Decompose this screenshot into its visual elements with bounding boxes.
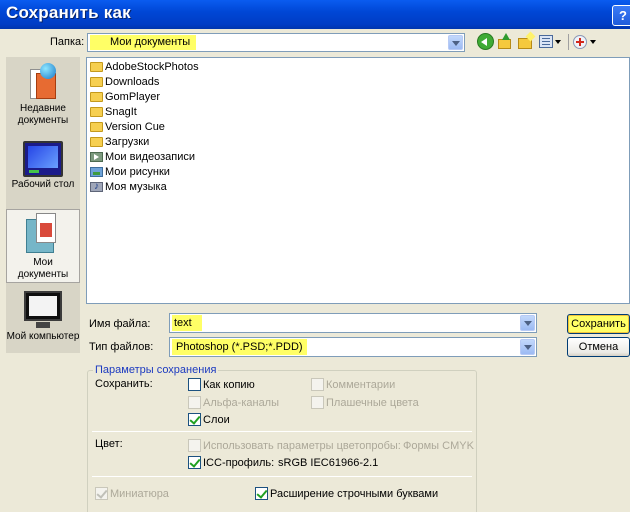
chevron-down-icon[interactable] [520,339,535,355]
chevron-down-icon[interactable] [448,35,463,50]
toolbar-separator [568,34,569,50]
filename-value: text [172,315,202,331]
alpha-channels-checkbox[interactable] [188,396,201,409]
lowercase-extension-checkbox[interactable] [255,487,268,500]
up-folder-icon[interactable] [498,33,514,51]
back-icon[interactable] [477,33,494,50]
list-item[interactable]: SnagIt [89,105,137,119]
new-folder-icon[interactable] [518,31,536,51]
recent-documents-icon [28,63,58,101]
proof-setup-label: Использовать параметры цветопробы: [203,440,401,452]
my-documents-icon [26,213,60,255]
folder-icon [90,107,103,117]
color-label: Цвет: [95,438,123,450]
places-bar: Недавние документы Рабочий стол Мои доку… [6,57,80,353]
save-options-title: Параметры сохранения [93,364,219,376]
pictures-folder-icon [90,167,103,177]
place-label: Недавние документы [17,103,69,126]
folder-icon [90,92,103,102]
chevron-down-icon[interactable] [520,315,535,331]
list-item[interactable]: Мои видеозаписи [89,150,195,164]
filetype-label: Тип файлов: [89,341,154,353]
filename-label: Имя файла: [89,318,151,330]
list-item[interactable]: Загрузки [89,135,149,149]
folder-dropdown[interactable]: Мои документы [87,33,465,52]
list-item[interactable]: Version Cue [89,120,165,134]
icc-profile-checkbox[interactable] [188,456,201,469]
icc-profile-label: ICC-профиль: [203,457,275,469]
layers-checkbox[interactable] [188,413,201,426]
filetype-select[interactable]: Photoshop (*.PSD;*.PDD) [169,337,537,357]
spot-colors-checkbox[interactable] [311,396,324,409]
place-my-computer[interactable]: Мой компьютер [6,291,80,353]
music-folder-icon [90,180,103,194]
proof-setup-value: Формы CMYK [403,440,474,452]
place-label: Мой компьютер [6,331,80,342]
as-copy-label: Как копию [203,379,255,391]
alpha-channels-label: Альфа-каналы [203,397,280,409]
desktop-icon [23,141,63,177]
folder-icon [90,137,103,147]
filetype-value: Photoshop (*.PSD;*.PDD) [172,339,307,355]
views-menu-icon[interactable] [539,33,562,51]
place-label: Рабочий стол [11,179,75,190]
place-my-documents[interactable]: Мои документы [6,209,80,283]
lowercase-extension-label: Расширение строчными буквами [270,488,439,500]
window-title: Сохранить как [6,3,131,22]
folder-label: Папка: [50,36,85,48]
list-item[interactable]: Мои рисунки [89,165,170,179]
icc-profile-value: sRGB IEC61966-2.1 [278,457,379,469]
comments-label: Комментарии [326,379,396,391]
videos-folder-icon [90,152,103,162]
file-list[interactable]: AdobeStockPhotos Downloads GomPlayer Sna… [86,57,630,304]
filename-field[interactable]: text [169,313,537,333]
help-button[interactable]: ? [612,5,630,26]
list-item[interactable]: GomPlayer [89,90,160,104]
separator [92,431,472,432]
list-item[interactable]: AdobeStockPhotos [89,60,199,74]
place-recent-documents[interactable]: Недавние документы [6,63,80,133]
spot-colors-label: Плашечные цвета [326,397,419,409]
folder-icon [90,122,103,132]
my-computer-icon [22,291,64,329]
save-label: Сохранить: [95,378,153,390]
thumbnail-label: Миниатюра [110,488,169,500]
comments-checkbox[interactable] [311,378,324,391]
proof-setup-checkbox[interactable] [188,439,201,452]
save-button[interactable]: Сохранить [567,314,630,334]
separator [92,476,472,477]
place-label: Мои документы [17,257,69,280]
title-bar: Сохранить как ? [0,0,630,29]
folder-icon [90,62,103,72]
current-folder-value: Мои документы [90,35,197,50]
list-item[interactable]: Моя музыка [89,180,167,194]
as-copy-checkbox[interactable] [188,378,201,391]
cancel-button[interactable]: Отмена [567,337,630,357]
layers-label: Слои [203,414,230,426]
thumbnail-checkbox[interactable] [95,487,108,500]
place-desktop[interactable]: Рабочий стол [6,141,80,201]
folder-icon [90,77,103,87]
list-item[interactable]: Downloads [89,75,159,89]
tools-menu-icon[interactable] [573,33,599,51]
